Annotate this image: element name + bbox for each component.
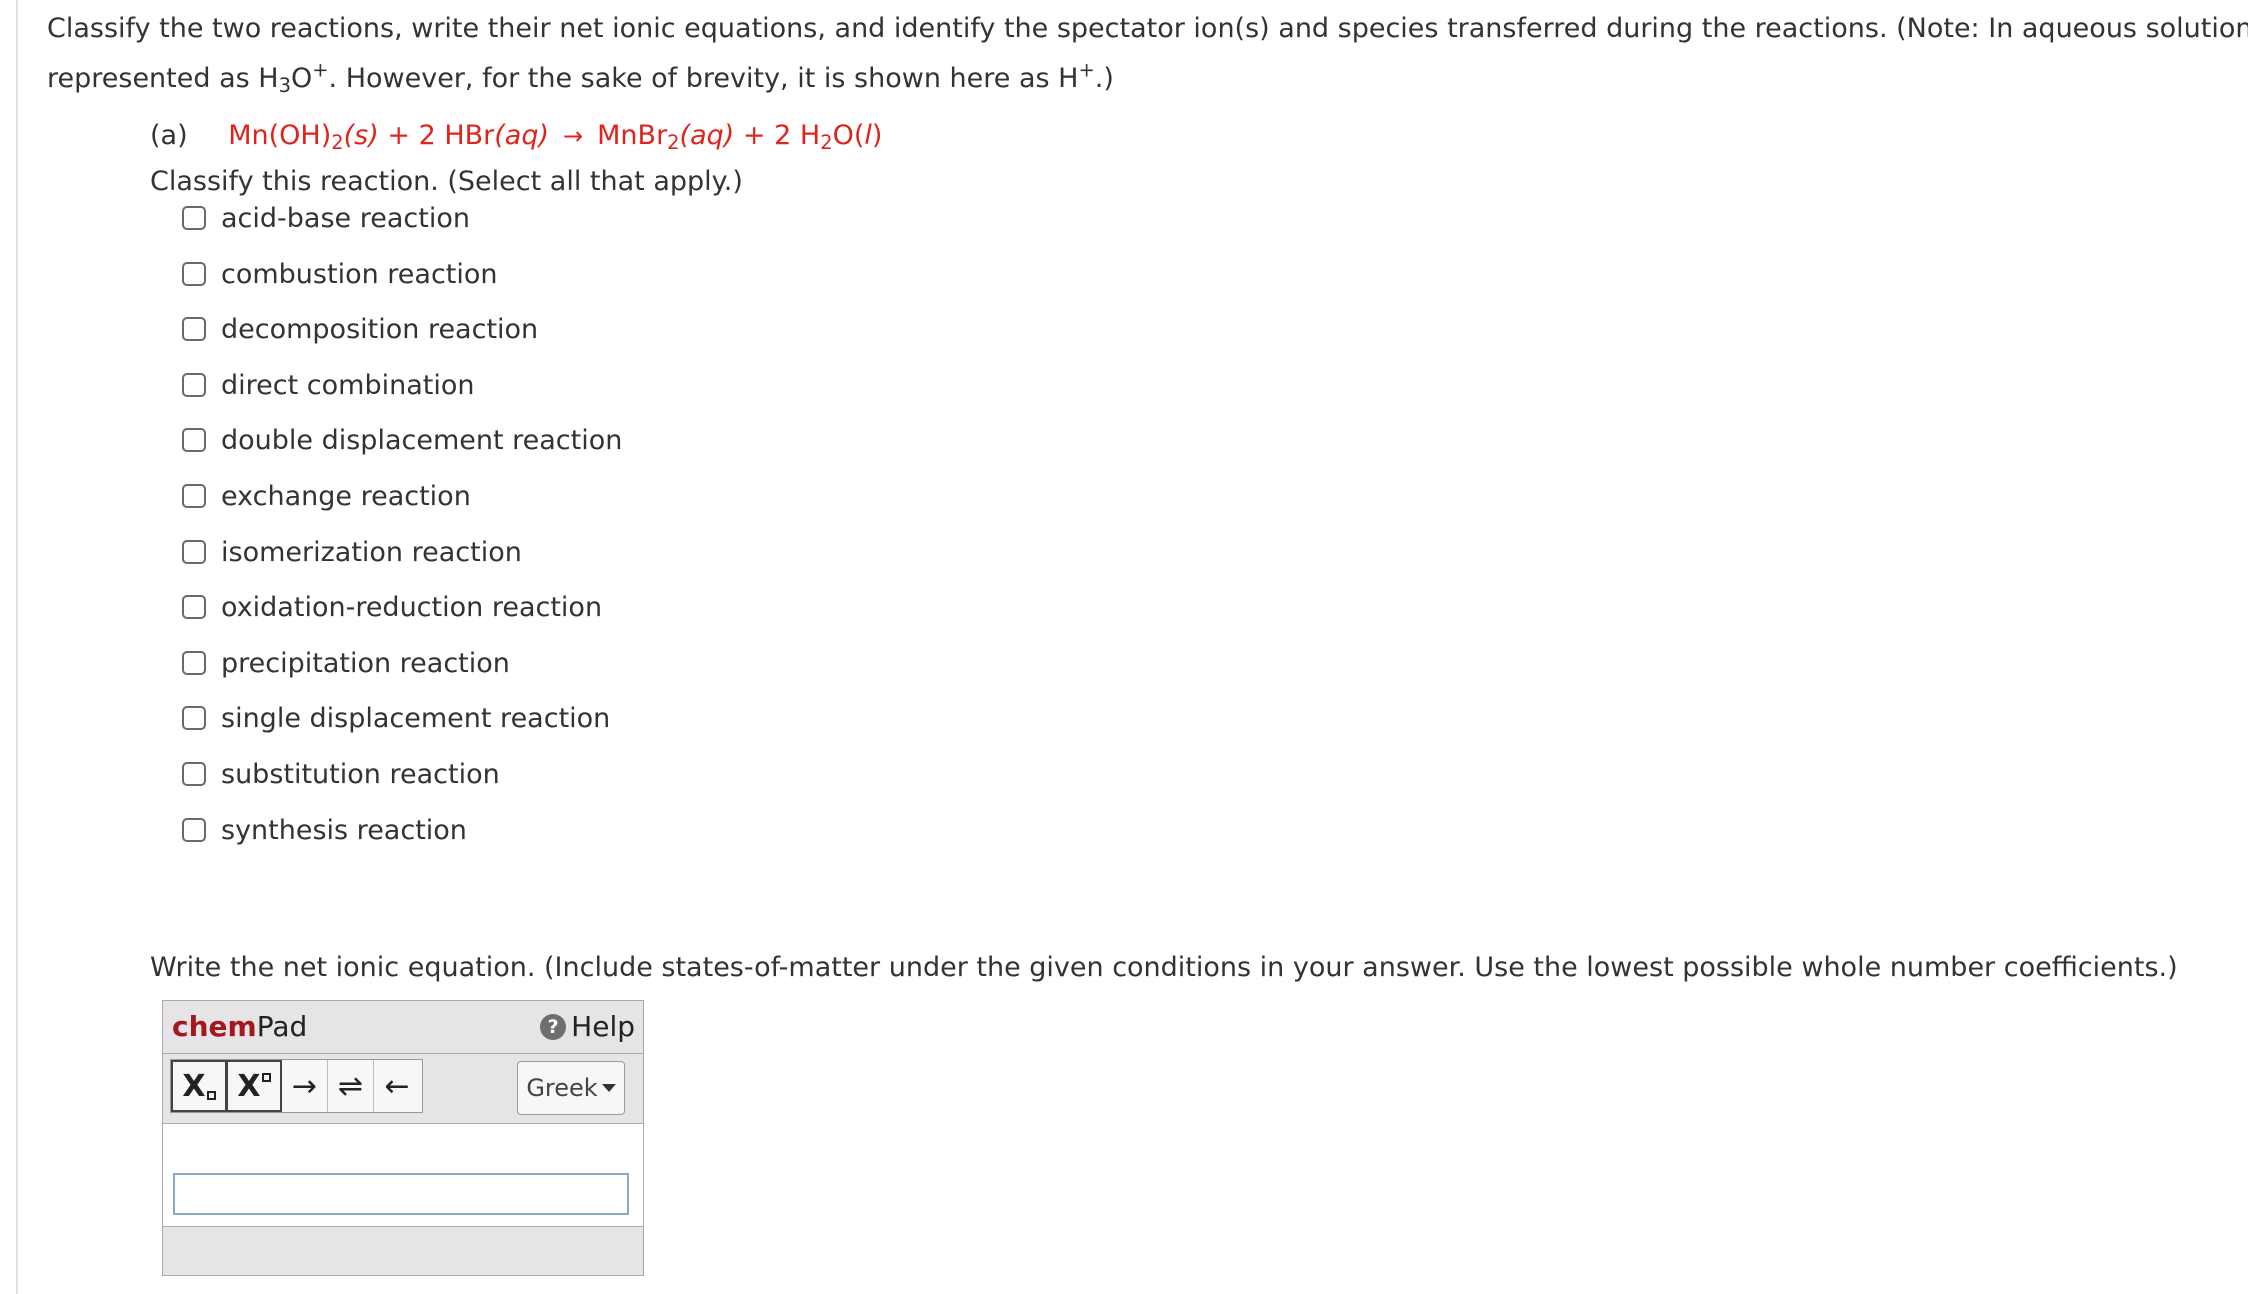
superscript-icon	[261, 1072, 271, 1082]
option-single-displacement[interactable]: single displacement reaction	[182, 702, 622, 758]
chevron-down-icon	[601, 1084, 616, 1092]
option-exchange[interactable]: exchange reaction	[182, 480, 622, 536]
net-ionic-equation-input[interactable]	[173, 1173, 629, 1215]
reaction-equation: (a) Mn(OH)2(s) + 2 HBr(aq) → MnBr2(aq) + 2…	[150, 116, 882, 156]
checkbox[interactable]	[182, 761, 206, 786]
chempad-toolbar: X X → ⇌ ←	[170, 1059, 423, 1113]
checkbox[interactable]	[182, 650, 206, 675]
option-double-displacement[interactable]: double displacement reaction	[182, 424, 622, 480]
chempad-editor: chemPad ? Help X X → ⇌ ← Greek	[162, 1000, 644, 1276]
checkbox[interactable]	[182, 428, 206, 453]
checkbox[interactable]	[182, 206, 206, 230]
subscript-icon	[206, 1090, 216, 1100]
chempad-body	[163, 1124, 643, 1226]
chempad-header: chemPad ? Help	[163, 1001, 643, 1053]
checkbox[interactable]	[182, 595, 206, 620]
classify-prompt: Classify this reaction. (Select all that…	[150, 166, 743, 197]
option-substitution[interactable]: substitution reaction	[182, 758, 622, 814]
checkbox[interactable]	[182, 817, 206, 842]
divider	[163, 1226, 643, 1227]
left-arrow-button[interactable]: ←	[374, 1060, 420, 1112]
checkbox[interactable]	[182, 261, 206, 286]
greek-dropdown[interactable]: Greek	[517, 1061, 625, 1115]
left-border	[16, 0, 18, 1294]
equation-text: Mn(OH)2(s) + 2 HBr(aq) → MnBr2(aq) + 2 H2O…	[228, 120, 883, 154]
superscript-button[interactable]: X	[226, 1060, 282, 1112]
subscript-button[interactable]: X	[171, 1060, 227, 1112]
option-isomerization[interactable]: isomerization reaction	[182, 536, 622, 592]
question-instructions: Classify the two reactions, write their …	[47, 13, 2248, 97]
part-label: (a)	[150, 120, 188, 151]
net-ionic-prompt: Write the net ionic equation. (Include s…	[150, 952, 2178, 983]
reaction-type-options: acid-base reaction combustion reaction d…	[182, 202, 622, 869]
option-combustion[interactable]: combustion reaction	[182, 258, 622, 314]
help-button[interactable]: ? Help	[540, 1009, 635, 1045]
option-precipitation[interactable]: precipitation reaction	[182, 647, 622, 703]
checkbox[interactable]	[182, 483, 206, 508]
checkbox[interactable]	[182, 317, 206, 342]
checkbox[interactable]	[182, 539, 206, 564]
option-direct-combination[interactable]: direct combination	[182, 369, 622, 425]
option-oxidation-reduction[interactable]: oxidation-reduction reaction	[182, 591, 622, 647]
checkbox[interactable]	[182, 372, 206, 397]
option-synthesis[interactable]: synthesis reaction	[182, 814, 622, 870]
checkbox[interactable]	[182, 706, 206, 731]
reaction-arrow-button[interactable]: →	[282, 1060, 328, 1112]
help-icon: ?	[540, 1014, 567, 1040]
option-acid-base[interactable]: acid-base reaction	[182, 202, 622, 258]
equilibrium-arrow-button[interactable]: ⇌	[328, 1060, 374, 1112]
chempad-title: chemPad	[172, 1010, 308, 1043]
option-decomposition[interactable]: decomposition reaction	[182, 313, 622, 369]
